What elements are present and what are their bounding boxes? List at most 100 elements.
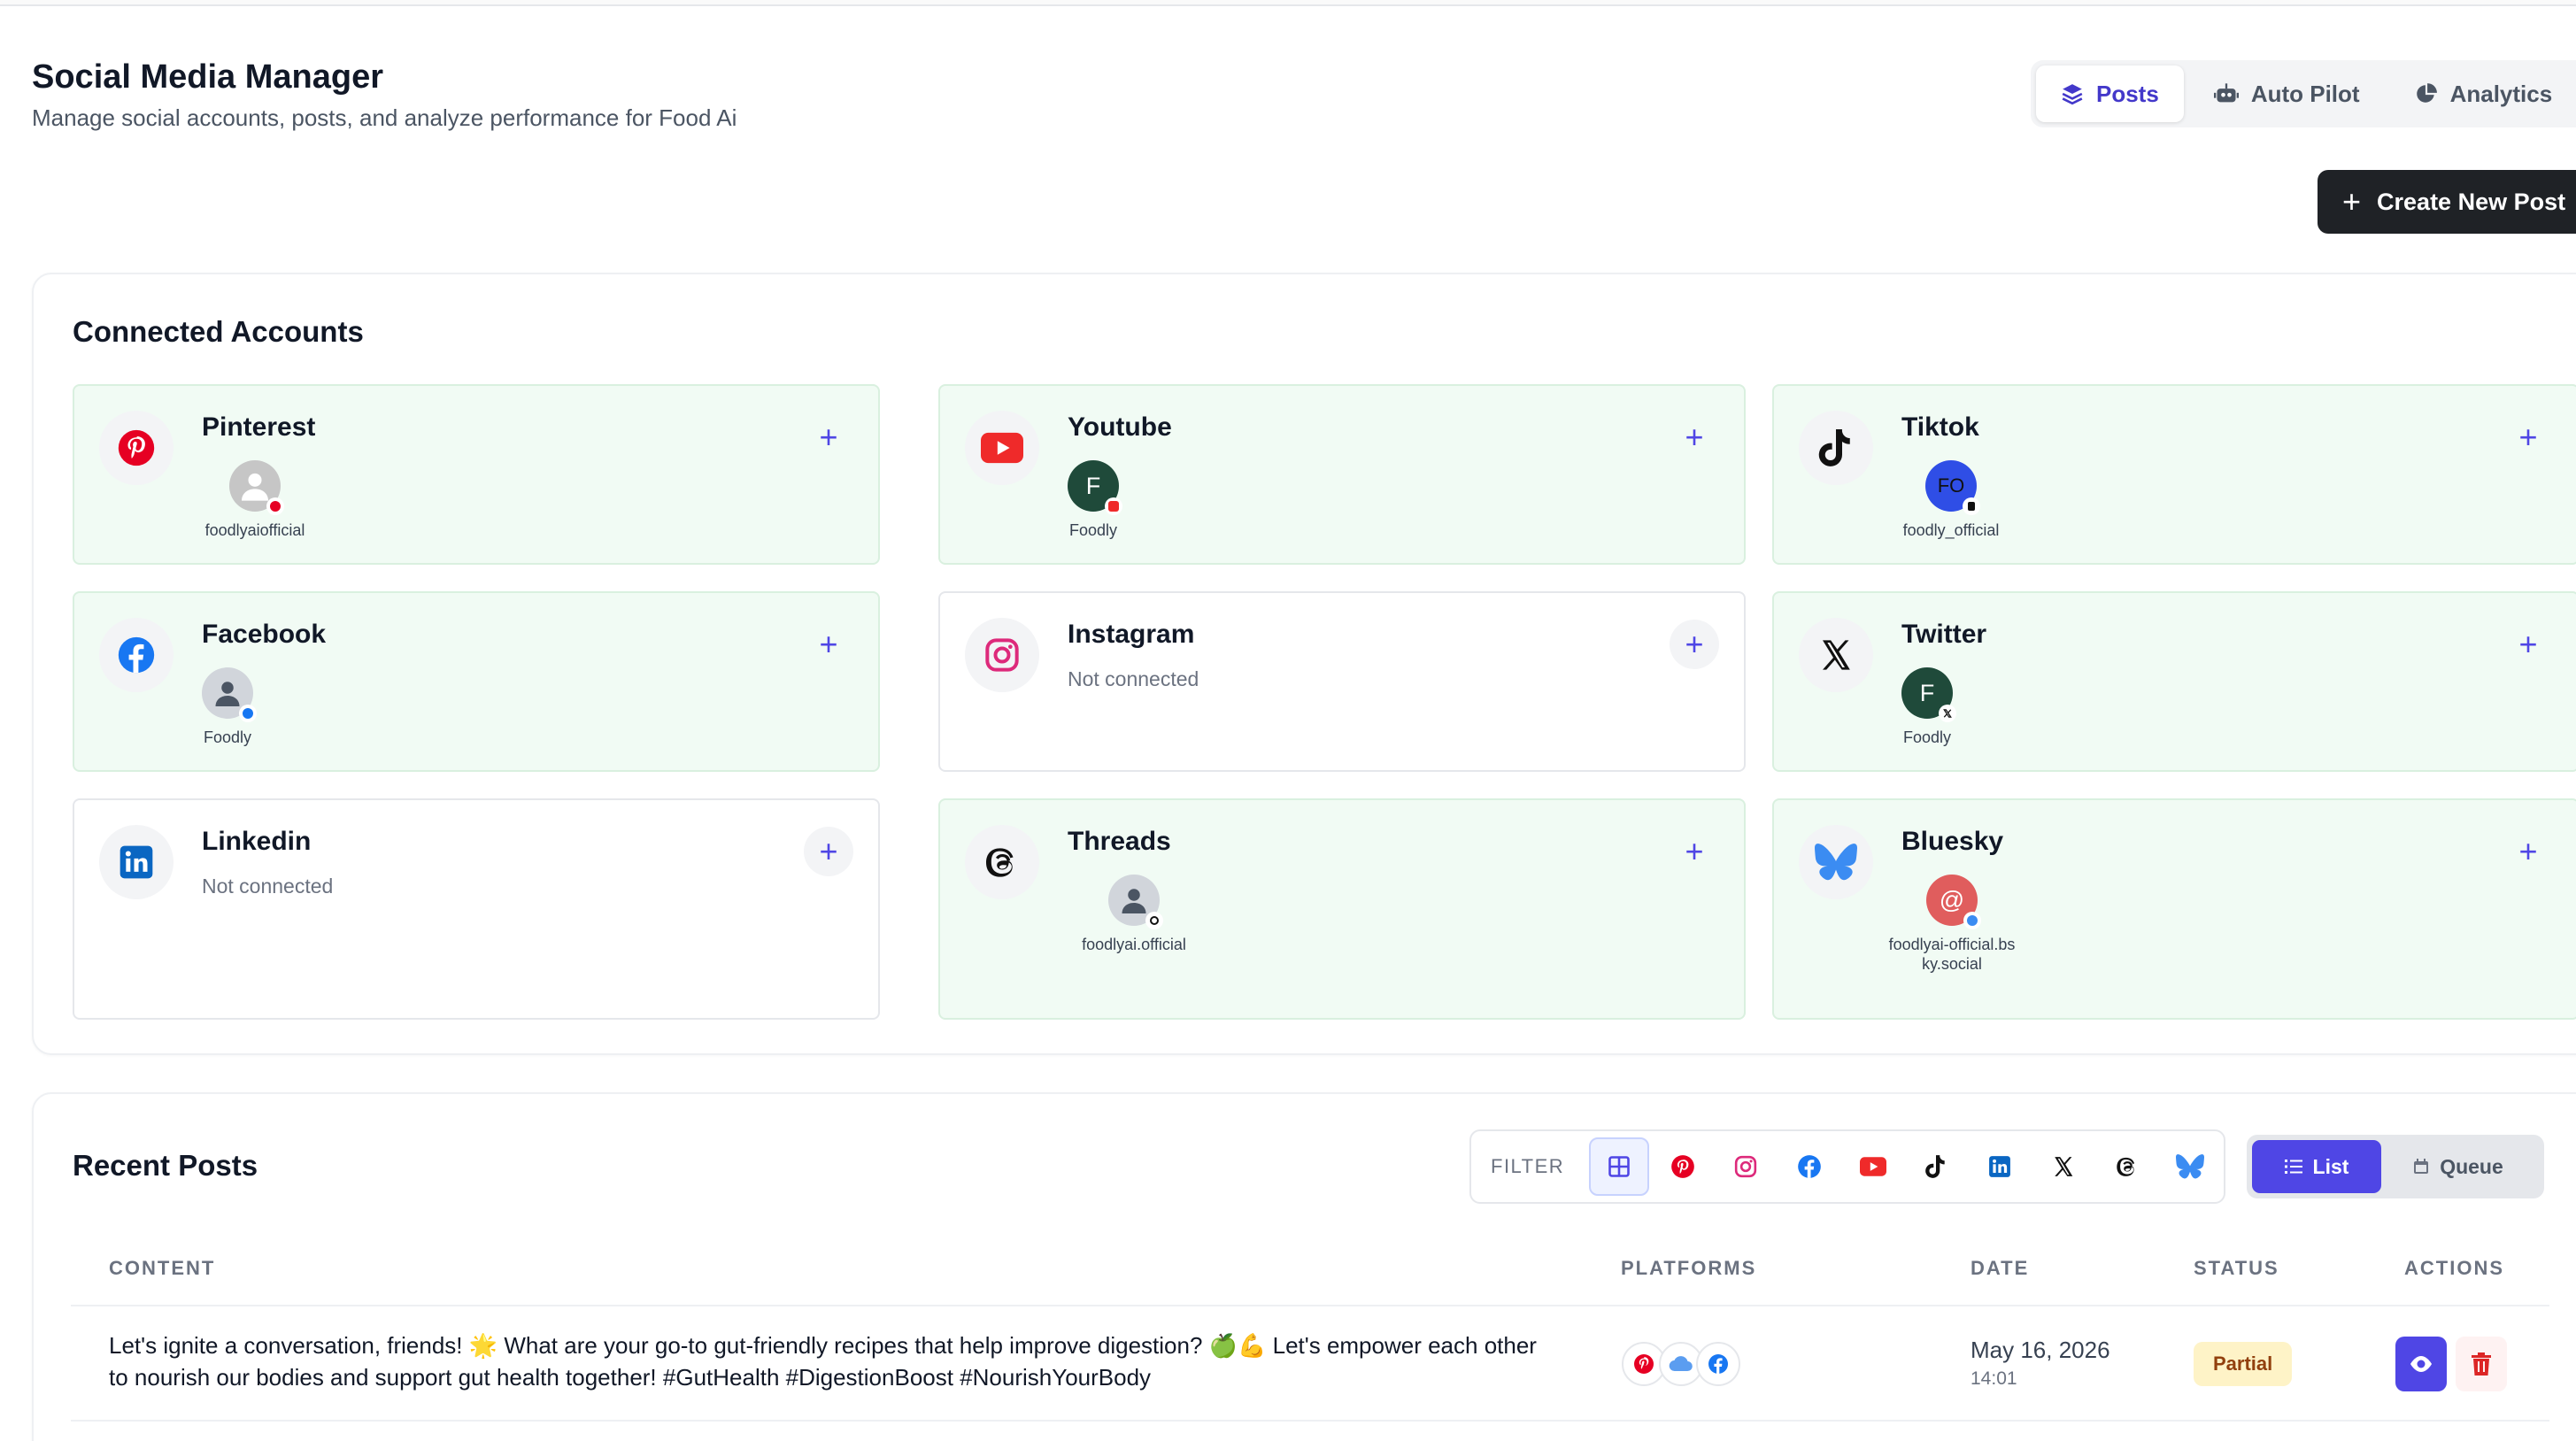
account-card-threads: Threads + foodlyai.official <box>938 798 1746 1020</box>
column-header-status: STATUS <box>2194 1257 2279 1279</box>
filter-facebook-button[interactable] <box>1779 1137 1839 1196</box>
list-icon <box>2284 1160 2302 1174</box>
person-icon <box>1122 889 1146 913</box>
tiktok-badge-icon <box>1963 497 1980 515</box>
account-name-youtube: Youtube <box>1068 412 1172 442</box>
eye-icon <box>2410 1356 2432 1372</box>
page-subtitle: Manage social accounts, posts, and analy… <box>32 104 737 131</box>
profile-tiktok[interactable]: FO foodly_official <box>1898 460 2004 540</box>
profile-threads[interactable]: foodlyai.official <box>1068 875 1200 954</box>
account-card-linkedin: Linkedin Not connected + <box>73 798 880 1020</box>
delete-post-button[interactable] <box>2456 1337 2507 1391</box>
filter-threads-button[interactable] <box>2097 1137 2157 1196</box>
avatar-initial: F <box>1085 472 1101 499</box>
add-account-button-tiktok[interactable]: + <box>2503 412 2553 462</box>
tab-auto-pilot[interactable]: Auto Pilot <box>2189 66 2385 122</box>
filter-x-button[interactable] <box>2033 1137 2094 1196</box>
tiktok-icon <box>1925 1155 1946 1178</box>
table-row-divider <box>71 1420 2549 1422</box>
account-card-tiktok: Tiktok + FO foodly_official <box>1772 384 2576 565</box>
pinterest-icon <box>99 411 174 485</box>
linkedin-icon <box>99 825 174 899</box>
linkedin-icon <box>1989 1156 2011 1177</box>
add-account-button-instagram[interactable]: + <box>1670 620 1719 669</box>
avatar: FO <box>1925 460 1980 515</box>
list-view-button[interactable]: List <box>2252 1140 2381 1193</box>
filter-tiktok-button[interactable] <box>1907 1137 1967 1196</box>
calendar-icon <box>2414 1159 2429 1174</box>
tiktok-icon <box>1799 411 1873 485</box>
add-account-button-facebook[interactable]: + <box>804 620 853 669</box>
view-mode-toggle: List Queue <box>2247 1135 2544 1198</box>
account-handle-youtube: Foodly <box>1068 521 1118 539</box>
account-handle-threads: foodlyai.official <box>1082 936 1186 953</box>
facebook-icon <box>1696 1342 1740 1386</box>
column-header-date: DATE <box>1971 1257 2030 1279</box>
post-date: May 16, 2026 <box>1971 1337 2110 1363</box>
plus-icon: + <box>2342 183 2362 220</box>
facebook-icon <box>1798 1155 1821 1178</box>
profile-twitter[interactable]: F Foodly <box>1901 667 1956 747</box>
account-name-linkedin: Linkedin <box>202 827 312 856</box>
pinterest-icon <box>1670 1155 1694 1178</box>
list-view-label: List <box>2312 1154 2349 1178</box>
post-platforms <box>1622 1342 1740 1386</box>
account-name-twitter: Twitter <box>1901 620 1987 649</box>
account-card-twitter: Twitter + F Foodly <box>1772 591 2576 772</box>
avatar: F <box>1068 460 1122 515</box>
add-account-button-youtube[interactable]: + <box>1670 412 1719 462</box>
add-account-button-pinterest[interactable]: + <box>804 412 853 462</box>
add-account-button-bluesky[interactable]: + <box>2503 827 2553 876</box>
queue-view-button[interactable]: Queue <box>2385 1140 2532 1193</box>
queue-view-label: Queue <box>2440 1154 2503 1178</box>
account-status-linkedin: Not connected <box>202 875 334 898</box>
threads-icon <box>965 825 1039 899</box>
avatar-initial: F <box>1919 679 1935 706</box>
trash-icon <box>2472 1352 2491 1376</box>
filter-all-button[interactable] <box>1589 1137 1649 1196</box>
recent-posts-title: Recent Posts <box>73 1149 258 1182</box>
view-post-button[interactable] <box>2395 1337 2447 1391</box>
tab-posts-label: Posts <box>2096 80 2159 107</box>
tab-posts[interactable]: Posts <box>2036 66 2184 122</box>
status-badge: Partial <box>2194 1342 2293 1386</box>
account-handle-tiktok: foodly_official <box>1902 521 2000 539</box>
profile-bluesky[interactable]: @ foodlyai-official.bsky.social <box>1886 875 2018 974</box>
avatar <box>1108 875 1163 929</box>
x-badge-icon <box>1939 705 1956 722</box>
account-handle-bluesky: foodlyai-official.bsky.social <box>1888 936 2016 973</box>
tab-analytics[interactable]: Analytics <box>2390 66 2576 122</box>
account-name-tiktok: Tiktok <box>1901 412 1979 442</box>
profile-facebook[interactable]: Foodly <box>202 667 257 747</box>
add-account-button-threads[interactable]: + <box>1670 827 1719 876</box>
top-border <box>0 0 2576 6</box>
add-account-button-twitter[interactable]: + <box>2503 620 2553 669</box>
person-icon <box>242 473 268 501</box>
account-card-youtube: Youtube + F Foodly <box>938 384 1746 565</box>
create-new-post-button[interactable]: + Create New Post <box>2318 170 2576 234</box>
view-tabs: Posts Auto Pilot Analytics <box>2031 60 2576 127</box>
instagram-icon <box>965 618 1039 692</box>
create-new-post-label: Create New Post <box>2377 188 2566 215</box>
avatar-initial: @ <box>1939 886 1965 913</box>
layers-icon <box>2062 84 2083 105</box>
filter-bluesky-button[interactable] <box>2160 1137 2220 1196</box>
facebook-badge-icon <box>239 705 257 722</box>
column-header-platforms: PLATFORMS <box>1621 1257 1757 1279</box>
post-content: Let's ignite a conversation, friends! 🌟 … <box>109 1332 1537 1391</box>
profile-youtube[interactable]: F Foodly <box>1068 460 1122 540</box>
filter-instagram-button[interactable] <box>1716 1137 1777 1196</box>
account-card-pinterest: Pinterest + foodlyaiofficial <box>73 384 880 565</box>
add-account-button-linkedin[interactable]: + <box>804 827 853 876</box>
youtube-icon <box>1859 1157 1886 1176</box>
robot-icon <box>2213 83 2239 103</box>
post-time: 14:01 <box>1971 1368 2017 1389</box>
pinterest-badge-icon <box>266 497 284 515</box>
x-icon <box>1799 618 1873 692</box>
filter-linkedin-button[interactable] <box>1970 1137 2030 1196</box>
filter-youtube-button[interactable] <box>1843 1137 1903 1196</box>
account-status-instagram: Not connected <box>1068 667 1199 690</box>
profile-pinterest[interactable]: foodlyaiofficial <box>202 460 308 540</box>
connected-accounts-title: Connected Accounts <box>73 315 364 348</box>
filter-pinterest-button[interactable] <box>1653 1137 1713 1196</box>
